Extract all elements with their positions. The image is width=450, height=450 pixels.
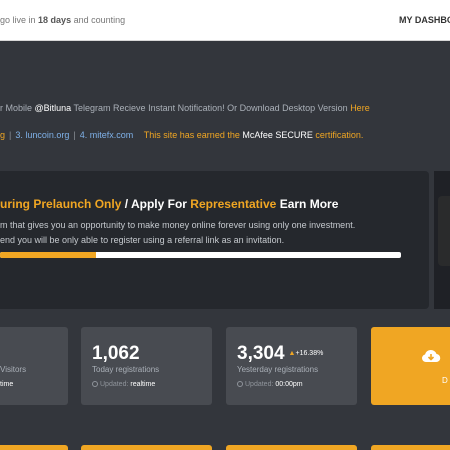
promo-title-part: Earn More <box>279 197 339 211</box>
promo-title-part: / Apply For <box>124 197 187 211</box>
countdown-value: 18 days <box>38 15 72 25</box>
download-button[interactable]: D <box>371 327 450 405</box>
my-dashboard-link[interactable]: MY DASHBO <box>399 15 450 25</box>
telegram-handle-link[interactable]: @Bitluna <box>35 103 72 113</box>
promo-line: m that gives you an opportunity to make … <box>0 220 356 230</box>
bottom-card[interactable] <box>0 445 68 450</box>
stat-label: Yesterday registrations <box>237 365 319 374</box>
download-label: D <box>442 376 448 385</box>
site-link-2[interactable]: g <box>0 130 5 140</box>
site-link-4[interactable]: 4. mitefx.com <box>80 130 134 140</box>
promo-title: uring Prelaunch Only / Apply For Represe… <box>0 197 338 211</box>
stat-number-row: 3,304 ▲+16.38% <box>237 343 323 365</box>
bottom-card[interactable] <box>226 445 357 450</box>
bottom-card[interactable] <box>371 445 450 450</box>
promo-title-part: uring <box>0 197 30 211</box>
countdown-text: go live in 18 days and counting <box>0 15 125 25</box>
bottom-card[interactable] <box>81 445 212 450</box>
progress-fill <box>0 252 97 258</box>
stat-updated: Updated: 00:00pm <box>237 381 303 388</box>
mcafee-prefix: This site has earned the <box>143 130 240 140</box>
separator: | <box>73 130 76 140</box>
promo-title-prelaunch: Prelaunch Only <box>33 197 122 211</box>
stat-change: ▲+16.38% <box>289 350 324 357</box>
promo-line: end you will be only able to register us… <box>0 235 285 245</box>
site-link-3[interactable]: 3. luncoin.org <box>15 130 69 140</box>
stat-label: Visitors <box>0 365 27 374</box>
clock-icon <box>92 381 98 387</box>
stat-updated-prefix: Updated: <box>245 381 274 388</box>
clock-icon <box>237 381 243 387</box>
prelaunch-panel: uring Prelaunch Only / Apply For Represe… <box>0 171 429 309</box>
prelaunch-progress-bar <box>0 252 401 258</box>
top-bar: go live in 18 days and counting MY DASHB… <box>0 0 450 41</box>
notice-text: Telegram Recieve Instant Notification! O… <box>73 103 348 113</box>
stat-number: 3,304 <box>237 343 285 364</box>
stat-updated: Updated: realtime <box>92 381 155 388</box>
promo-title-representative[interactable]: Representative <box>190 197 276 211</box>
stat-number: 1,062 <box>92 343 140 364</box>
cloud-download-icon <box>422 349 441 363</box>
mcafee-suffix: certification. <box>315 130 364 140</box>
stat-change-value: +16.38% <box>295 350 324 357</box>
promo-image <box>438 196 450 266</box>
countdown-suffix: and counting <box>73 15 126 25</box>
promo-side-panel <box>434 171 450 309</box>
site-links-row: g | 3. luncoin.org | 4. mitefx.com This site… <box>0 130 363 140</box>
stat-card-today-registrations: 1,062 Today registrations Updated: realt… <box>81 327 212 405</box>
stat-card-visitors: Visitors time <box>0 327 68 405</box>
stat-updated: time <box>0 381 13 388</box>
countdown-prefix: go live in <box>0 15 36 25</box>
separator: | <box>9 130 12 140</box>
stat-card-yesterday-registrations: 3,304 ▲+16.38% Yesterday registrations Up… <box>226 327 357 405</box>
mcafee-brand[interactable]: McAfee SECURE <box>242 130 313 140</box>
stat-updated-value: 00:00pm <box>275 381 303 388</box>
stat-label: Today registrations <box>92 365 160 374</box>
telegram-notice: r Mobile @Bitluna Telegram Recieve Insta… <box>0 103 370 113</box>
stat-updated-prefix: Updated: <box>100 381 129 388</box>
notice-prefix: r Mobile <box>0 103 33 113</box>
stat-updated-value: realtime <box>130 381 156 388</box>
stat-updated-value: time <box>0 381 14 388</box>
promo-description: m that gives you an opportunity to make … <box>0 218 355 248</box>
desktop-download-link[interactable]: Here <box>350 103 370 113</box>
